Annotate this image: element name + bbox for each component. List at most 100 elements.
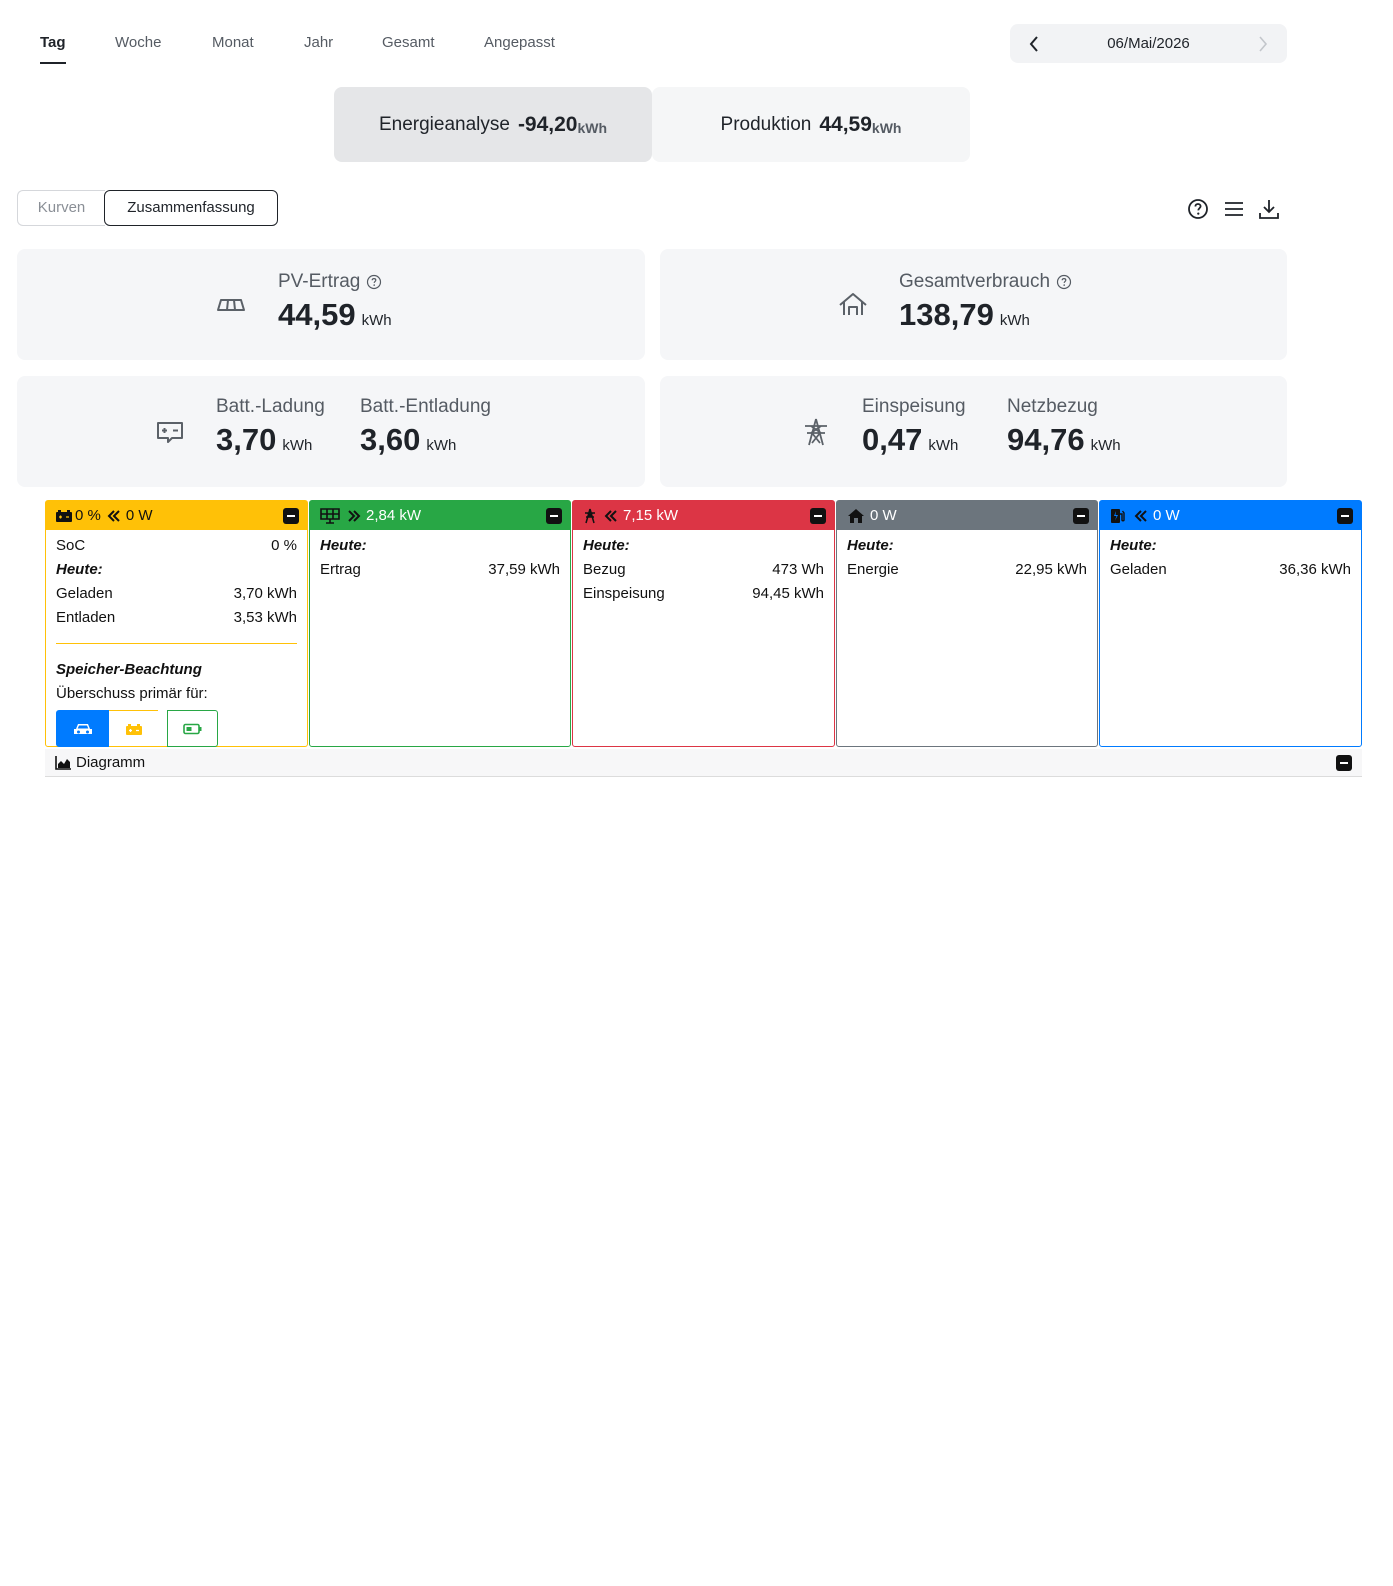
house-power-header: 0 W (870, 507, 897, 524)
production-label: Produktion (720, 113, 812, 135)
pv-power-header: 2,84 kW (366, 507, 422, 524)
curves-view-button[interactable]: Kurven (17, 190, 105, 226)
today-label: Heute: (56, 561, 103, 578)
tab-gesamt[interactable]: Gesamt (382, 32, 435, 64)
discharged-value: 3,53 kWh (233, 609, 297, 626)
collapse-house-button[interactable] (1073, 508, 1089, 524)
collapse-charger-button[interactable] (1337, 508, 1353, 524)
car-icon (73, 723, 92, 734)
diagram-label: Diagramm (76, 754, 146, 771)
charger-charged-row: Geladen 36,36 kWh (1110, 558, 1351, 582)
summary-view-button[interactable]: Zusammenfassung (104, 190, 278, 226)
charged-row: Geladen 3,70 kWh (56, 582, 297, 606)
today-label: Heute: (320, 537, 367, 554)
angles-right-icon (347, 509, 361, 523)
tab-angepasst[interactable]: Angepasst (484, 32, 555, 64)
battery-discharge-stat: Batt.-Entladung 3,60 kWh (360, 396, 491, 458)
yield-label: Ertrag (320, 561, 361, 578)
charged-label: Geladen (56, 585, 113, 602)
feed-in-label: Einspeisung (862, 396, 966, 417)
pv-yield-card: PV-Ertrag 44,59 kWh (17, 249, 645, 360)
battery-panel: 0 % 0 W SoC 0 % Heute: Geladen 3,70 kWh En… (45, 500, 308, 747)
yield-row: Ertrag 37,59 kWh (320, 558, 560, 582)
collapse-pv-button[interactable] (546, 508, 562, 524)
grid-panel: 7,15 kW Heute: Bezug 473 Wh Einspeisung 94… (572, 500, 835, 747)
charger-charged-value: 36,36 kWh (1279, 561, 1351, 578)
battery-discharge-unit: kWh (426, 437, 457, 454)
collapse-grid-button[interactable] (810, 508, 826, 524)
area-chart-icon (55, 755, 71, 770)
yield-value: 37,59 kWh (488, 561, 560, 578)
soc-label: SoC (56, 537, 86, 554)
chevron-right-icon (1259, 35, 1268, 52)
battery-charge-label: Batt.-Ladung (216, 396, 325, 417)
import-value: 473 Wh (772, 561, 824, 578)
collapse-diagram-button[interactable] (1336, 755, 1352, 771)
battery-power-header: 0 W (125, 507, 153, 524)
consumption-label: Gesamtverbrauch (899, 271, 1051, 292)
storage-priority-title: Speicher-Beachtung (56, 661, 202, 678)
discharged-label: Entladen (56, 609, 116, 626)
energy-analysis-button[interactable]: Energieanalyse -94,20 kWh (334, 87, 652, 162)
collapse-battery-button[interactable] (283, 508, 299, 524)
house-panel: 0 W Heute: Energie 22,95 kWh (836, 500, 1098, 747)
surplus-priority-text: Überschuss primär für: (56, 685, 208, 702)
power-pylon-icon (800, 416, 832, 448)
info-icon[interactable] (366, 274, 382, 290)
house-icon (847, 508, 865, 524)
battery-charge-value: 3,70 (216, 422, 277, 457)
help-icon[interactable] (1186, 197, 1210, 221)
tab-jahr[interactable]: Jahr (304, 32, 333, 64)
house-panel-body: Heute: Energie 22,95 kWh (837, 530, 1097, 586)
energy-value: 22,95 kWh (1015, 561, 1087, 578)
energy-analysis-unit: kWh (577, 119, 608, 136)
export-value: 94,45 kWh (752, 585, 824, 602)
export-row: Einspeisung 94,45 kWh (583, 582, 824, 606)
diagram-section-header[interactable]: Diagramm (45, 749, 1362, 777)
next-date-button[interactable] (1251, 24, 1275, 63)
today-label: Heute: (847, 537, 894, 554)
menu-icon[interactable] (1222, 197, 1246, 221)
charging-station-icon (1110, 508, 1128, 524)
solar-panel-icon (215, 289, 247, 321)
grid-power-header: 7,15 kW (623, 507, 679, 524)
charged-value: 3,70 kWh (233, 585, 297, 602)
chevron-left-icon (1029, 35, 1038, 52)
import-label: Bezug (583, 561, 626, 578)
priority-storage-button[interactable] (109, 710, 158, 747)
grid-import-unit: kWh (1090, 437, 1121, 454)
consumption-value: 138,79 (899, 297, 994, 332)
battery-panel-header: 0 % 0 W (46, 501, 307, 530)
soc-value: 0 % (271, 537, 297, 554)
angles-left-icon (107, 509, 121, 523)
car-battery-icon (56, 509, 72, 523)
download-icon[interactable] (1257, 197, 1281, 221)
pv-yield-value: 44,59 (278, 297, 356, 332)
pv-panel-header: 2,84 kW (310, 501, 570, 530)
priority-battery-button[interactable] (167, 710, 218, 747)
battery-icon (154, 416, 186, 448)
consumption-card: Gesamtverbrauch 138,79 kWh (660, 249, 1287, 360)
today-label: Heute: (1110, 537, 1157, 554)
date-picker: 06/Mai/2026 (1010, 24, 1287, 63)
info-icon[interactable] (1056, 274, 1072, 290)
feed-in-unit: kWh (928, 437, 959, 454)
grid-panel-body: Heute: Bezug 473 Wh Einspeisung 94,45 kWh (573, 530, 834, 610)
tab-woche[interactable]: Woche (115, 32, 161, 64)
priority-button-group (56, 710, 297, 747)
angles-left-icon (1134, 509, 1148, 523)
pv-yield-unit: kWh (361, 312, 392, 329)
current-date[interactable]: 06/Mai/2026 (1050, 24, 1247, 63)
battery-charge-stat: Batt.-Ladung 3,70 kWh (216, 396, 325, 458)
production-unit: kWh (871, 119, 902, 136)
previous-date-button[interactable] (1022, 24, 1046, 63)
production-button[interactable]: Produktion 44,59 kWh (652, 87, 970, 162)
charger-panel: 0 W Heute: Geladen 36,36 kWh (1099, 500, 1362, 747)
tab-tag[interactable]: Tag (40, 32, 66, 64)
tab-monat[interactable]: Monat (212, 32, 254, 64)
battery-discharge-label: Batt.-Entladung (360, 396, 491, 417)
priority-car-button[interactable] (56, 710, 109, 747)
energy-analysis-value: -94,20 (517, 112, 578, 136)
grid-import-stat: Netzbezug 94,76 kWh (1007, 396, 1121, 458)
production-value: 44,59 (819, 112, 872, 136)
